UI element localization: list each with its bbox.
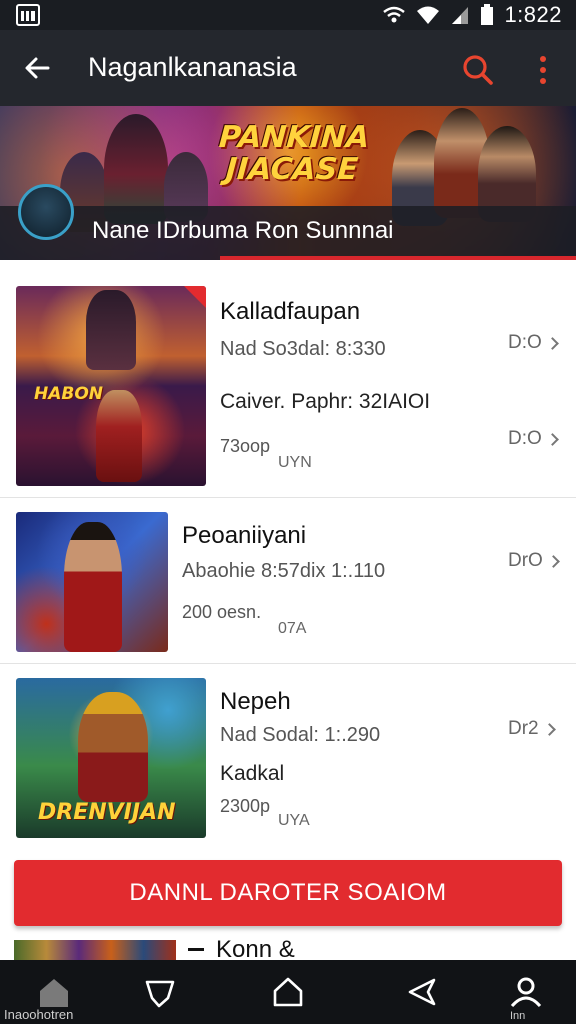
item-tag-label: Dr2 <box>508 718 539 739</box>
banner-headline-line2: JIACASE <box>224 152 360 187</box>
chevron-right-icon <box>545 337 559 350</box>
banner-headline-line1: PANKINA <box>217 120 371 155</box>
thumbnail-title: HABON <box>34 384 104 404</box>
item-tag[interactable]: D:O <box>508 428 559 450</box>
divider <box>188 948 204 951</box>
wifi-strength-icon <box>417 6 440 24</box>
house-icon[interactable] <box>270 974 306 1010</box>
arrow-left-icon[interactable] <box>20 50 56 86</box>
status-time: 1:822 <box>504 2 562 27</box>
item-detail: Kadkal <box>220 762 285 785</box>
battery-icon <box>481 4 494 25</box>
banner-caption: Nane IDrbuma Ron Sunnnai <box>92 217 394 244</box>
item-tag-label: D:O <box>508 332 542 353</box>
item-meta: Nad So3dal: 8:330 <box>220 338 386 360</box>
list-item[interactable]: DRENVIJAN Nepeh Nad Sodal: 1:.290 Kadkal… <box>0 664 576 848</box>
item-tag-label: DrO <box>508 550 543 571</box>
nav-label-home: Inaoohotren <box>4 1007 74 1022</box>
item-count: 200 oesn. <box>182 602 262 622</box>
profile-icon[interactable] <box>508 974 544 1010</box>
item-tag-label: D:O <box>508 428 542 449</box>
item-tag[interactable]: Dr2 <box>508 718 556 740</box>
item-meta: Nad Sodal: 1:.290 <box>220 724 381 746</box>
item-count: 73oop <box>220 436 271 456</box>
item-name: Peoaniiyani <box>182 522 307 549</box>
item-thumbnail: HABON <box>16 286 206 486</box>
list-item[interactable]: HABON Kalladfaupan Nad So3dal: 8:330 Cai… <box>0 262 576 498</box>
avatar[interactable] <box>18 184 74 240</box>
search-icon[interactable] <box>458 50 498 90</box>
item-name: Nepeh <box>220 688 291 715</box>
banner-headline: PANKINA JIACASE <box>210 120 376 187</box>
chevron-right-icon <box>546 555 560 568</box>
chevron-right-icon <box>542 723 556 736</box>
thumbnail-title: DRENVIJAN <box>38 800 176 825</box>
status-indicators: 1:822 <box>382 2 562 27</box>
tag-icon[interactable] <box>142 974 178 1010</box>
item-tag[interactable]: DrO <box>508 550 560 572</box>
list-item[interactable]: Peoaniiyani Abaohie 8:57dix 1:.110 200 o… <box>0 498 576 664</box>
item-thumbnail <box>14 940 176 960</box>
item-region: 07A <box>278 620 307 637</box>
more-vertical-icon[interactable] <box>528 52 558 88</box>
signal-icon <box>452 7 469 24</box>
banner-accent-line <box>220 256 576 260</box>
item-region: UYN <box>278 454 312 471</box>
home-icon[interactable] <box>36 974 72 1010</box>
item-name: Kalladfaupan <box>220 298 361 325</box>
page-title: Naganlkananasia <box>88 52 297 82</box>
app-gallery-icon <box>16 4 40 26</box>
item-detail: Caiver. Paphr: 32IAIOI <box>220 390 431 413</box>
item-meta: Abaohie 8:57dix 1:.110 <box>182 560 386 582</box>
nav-label-profile: Inn <box>510 1010 526 1022</box>
chevron-right-icon <box>545 433 559 446</box>
item-tag[interactable]: D:O <box>508 332 559 354</box>
item-region: UYA <box>278 812 310 829</box>
item-thumbnail <box>16 512 168 652</box>
wifi-icon <box>383 6 406 23</box>
item-name: Konn & <box>216 936 295 960</box>
status-bar: 1:822 <box>0 0 576 30</box>
app-bar: Naganlkananasia <box>0 30 576 106</box>
list-item[interactable]: Konn & <box>0 936 576 960</box>
primary-action-button[interactable]: DANNL DAROTER SOAIOM <box>14 860 562 926</box>
bottom-nav: Inaoohotren Inn <box>0 960 576 1024</box>
back-triangle-icon[interactable] <box>404 974 440 1010</box>
featured-banner[interactable]: PANKINA JIACASE Nane IDrbuma Ron Sunnnai <box>0 106 576 260</box>
item-count: 2300p <box>220 796 271 816</box>
item-thumbnail: DRENVIJAN <box>16 678 206 838</box>
